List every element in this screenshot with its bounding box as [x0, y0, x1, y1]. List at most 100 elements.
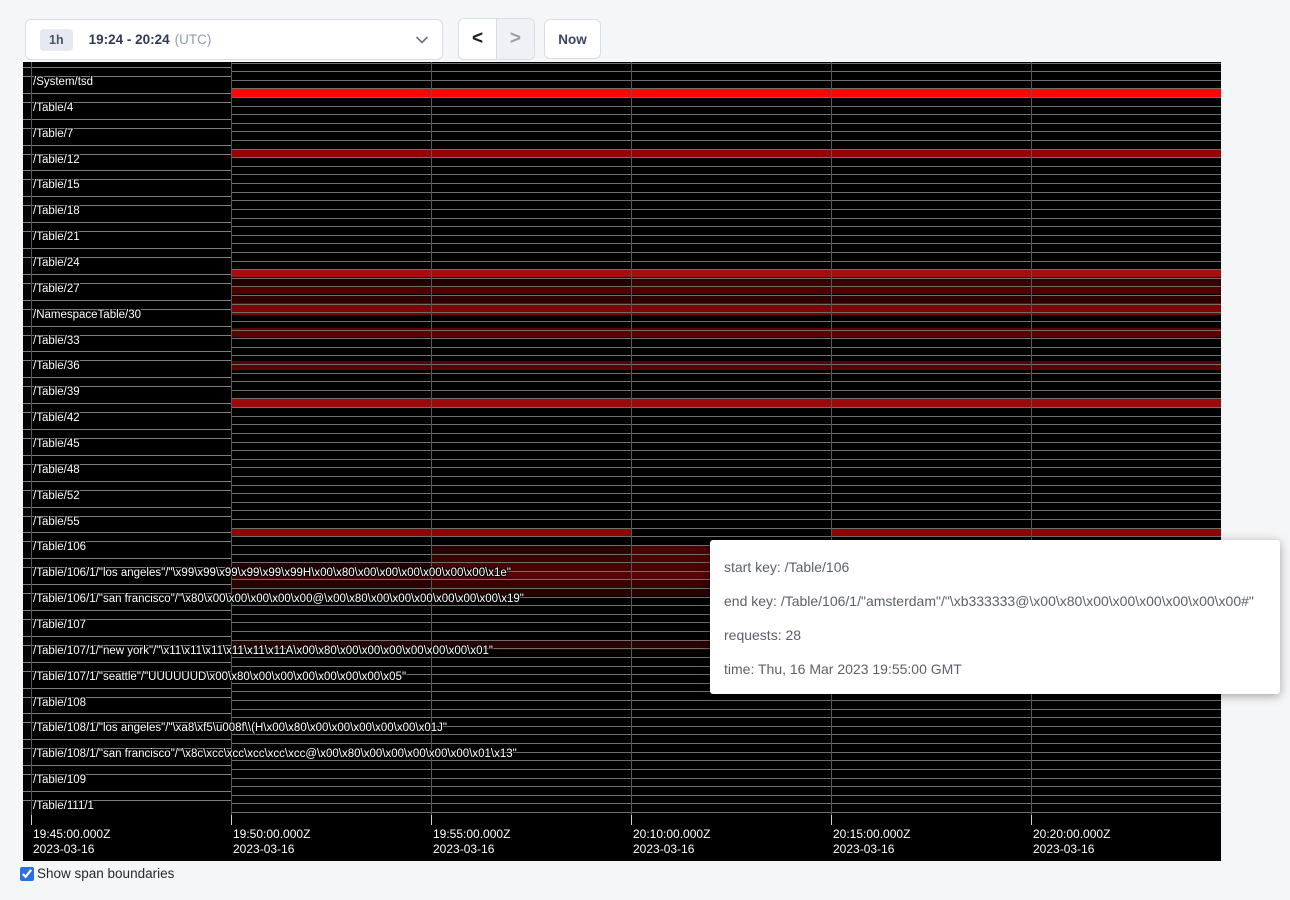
span-boundary-line — [231, 510, 1221, 511]
time-tick-mark — [231, 815, 232, 825]
span-boundary-line-left — [23, 67, 231, 68]
span-boundary-line — [231, 364, 1221, 365]
span-boundary-line — [231, 235, 1221, 236]
key-span-label: /Table/111/1 — [33, 800, 94, 813]
tooltip-end-key: end key: /Table/106/1/"amsterdam"/"\xb33… — [724, 584, 1266, 618]
key-span-label: /Table/109 — [33, 774, 86, 787]
span-boundary-line — [231, 700, 1221, 701]
key-span-label: /Table/55 — [33, 516, 80, 529]
span-boundary-line — [231, 373, 1221, 374]
span-boundary-line-left — [23, 455, 231, 456]
span-boundary-line-left — [23, 170, 231, 171]
time-tick-time: 20:20:00.000Z — [1033, 827, 1110, 842]
span-boundary-line-left — [23, 662, 231, 663]
span-boundary-line-left — [23, 377, 231, 378]
heatmap-band-segment[interactable] — [431, 545, 631, 554]
span-boundary-line-left — [23, 248, 231, 249]
heatmap-band-segment[interactable] — [231, 398, 1221, 407]
key-span-label: /Table/107/1/"seattle"/"UUUUUUD\x00\x80\… — [33, 671, 406, 684]
span-boundary-line — [231, 80, 1221, 81]
key-visualizer-heatmap[interactable]: /System/tsd/Table/4/Table/7/Table/12/Tab… — [23, 62, 1221, 861]
span-boundary-line — [231, 519, 1221, 520]
heatmap-band-segment[interactable] — [231, 579, 431, 588]
key-span-label: /Table/108/1/"san francisco"/"\x8c\xcc\x… — [33, 748, 517, 761]
span-boundary-line — [231, 218, 1221, 219]
span-boundary-line-left — [23, 403, 231, 404]
heatmap-band-segment[interactable] — [431, 553, 631, 562]
span-boundary-line — [231, 803, 1221, 804]
time-tick-date: 2023-03-16 — [433, 842, 510, 857]
span-boundary-line — [231, 278, 1221, 279]
span-boundary-line — [231, 450, 1221, 451]
time-tick-label: 19:45:00.000Z2023-03-16 — [33, 827, 110, 857]
span-boundary-line — [231, 183, 1221, 184]
span-boundary-line-left — [23, 584, 231, 585]
span-boundary-line — [231, 424, 1221, 425]
time-tick-label: 19:55:00.000Z2023-03-16 — [433, 827, 510, 857]
key-span-label: /Table/4 — [33, 102, 73, 115]
next-interval-button[interactable]: > — [497, 19, 534, 59]
now-button[interactable]: Now — [544, 19, 601, 59]
time-tick-time: 19:50:00.000Z — [233, 827, 310, 842]
key-span-label: /Table/106/1/"los angeles"/"\x99\x99\x99… — [33, 567, 511, 580]
key-span-label: /System/tsd — [33, 76, 93, 89]
span-boundary-line — [231, 269, 1221, 270]
duration-badge: 1h — [40, 29, 73, 51]
span-boundary-line-left — [23, 558, 231, 559]
tooltip-time: time: Thu, 16 Mar 2023 19:55:00 GMT — [724, 652, 1266, 686]
span-boundary-line — [231, 476, 1221, 477]
heatmap-band-segment[interactable] — [831, 528, 1221, 537]
time-tick-mark — [431, 815, 432, 825]
span-boundary-line — [231, 140, 1221, 141]
time-tick-label: 20:15:00.000Z2023-03-16 — [833, 827, 910, 857]
span-boundary-line — [231, 338, 1221, 339]
time-tick-mark — [831, 815, 832, 825]
key-span-label: /Table/108/1/"los angeles"/"\xa8\xf5\u00… — [33, 722, 447, 735]
span-boundary-line — [231, 200, 1221, 201]
show-span-boundaries-checkbox[interactable] — [20, 867, 34, 881]
time-gridline — [1031, 62, 1032, 825]
span-boundary-line — [231, 295, 1221, 296]
span-boundary-line — [231, 433, 1221, 434]
span-boundary-line — [231, 743, 1221, 744]
time-nav-button-group: < > — [458, 18, 535, 60]
key-span-label: /Table/24 — [33, 257, 80, 270]
span-boundary-line-left — [23, 610, 231, 611]
span-boundary-line — [231, 71, 1221, 72]
previous-interval-button[interactable]: < — [459, 19, 496, 59]
span-boundary-line — [231, 786, 1221, 787]
span-boundary-line-left — [23, 688, 231, 689]
span-boundary-line — [231, 131, 1221, 132]
span-boundary-line — [231, 381, 1221, 382]
span-boundary-line-left — [23, 145, 231, 146]
time-tick-date: 2023-03-16 — [833, 842, 910, 857]
span-boundary-line — [231, 536, 1221, 537]
span-boundary-line — [231, 812, 1221, 813]
key-span-label: /Table/36 — [33, 360, 80, 373]
time-range-text: 19:24 - 20:24 — [89, 32, 170, 47]
span-boundary-line-left — [23, 429, 231, 430]
time-range-dropdown[interactable]: 1h 19:24 - 20:24 (UTC) — [25, 19, 443, 60]
span-boundary-line — [231, 63, 1221, 64]
key-span-label: /Table/21 — [33, 231, 80, 244]
span-boundary-line — [231, 106, 1221, 107]
heatmap-band-segment[interactable] — [231, 149, 1221, 158]
span-boundary-line — [231, 312, 1221, 313]
time-tick-date: 2023-03-16 — [33, 842, 110, 857]
key-span-label: /Table/33 — [33, 335, 80, 348]
span-boundary-line-left — [23, 765, 231, 766]
span-boundary-line — [231, 528, 1221, 529]
span-boundary-line-left — [23, 196, 231, 197]
span-boundary-line-left — [23, 481, 231, 482]
span-boundary-line — [231, 442, 1221, 443]
span-boundary-line — [231, 467, 1221, 468]
span-boundary-line-left — [23, 222, 231, 223]
time-tick-mark — [1031, 815, 1032, 825]
key-span-label: /Table/27 — [33, 283, 80, 296]
heatmap-band-segment[interactable] — [231, 361, 1221, 370]
key-span-label: /Table/52 — [33, 490, 80, 503]
span-boundary-line-left — [23, 93, 231, 94]
span-boundary-line — [231, 157, 1221, 158]
span-boundary-line — [231, 174, 1221, 175]
key-span-label: /NamespaceTable/30 — [33, 309, 141, 322]
